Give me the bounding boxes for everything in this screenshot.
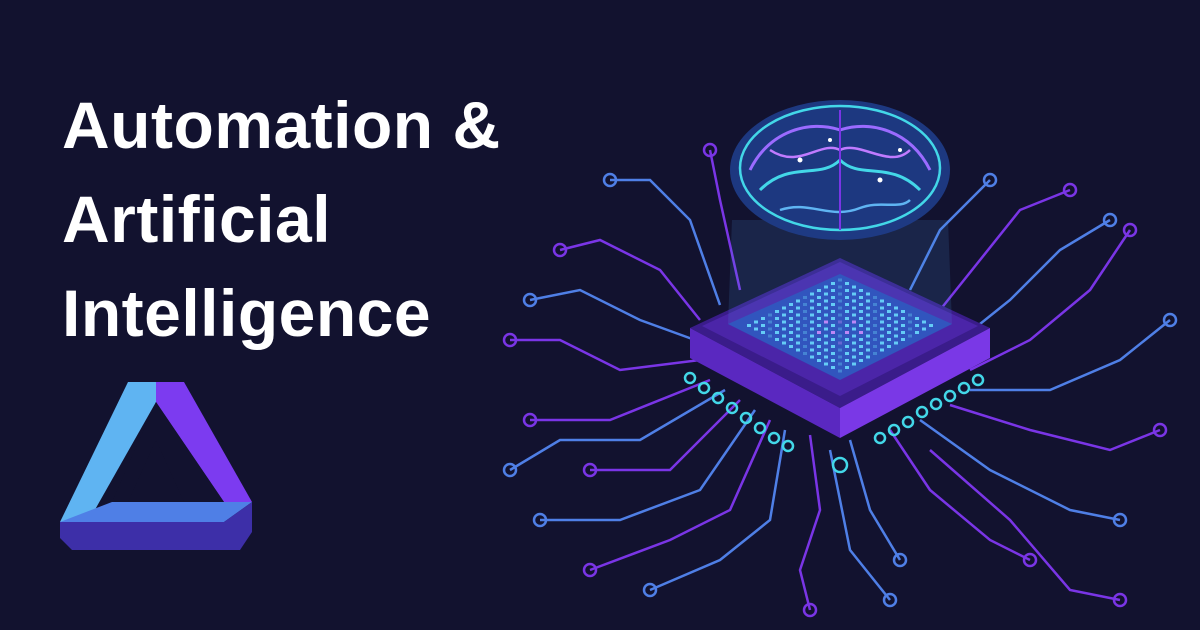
ai-chip-brain-icon [502,100,1178,618]
penrose-triangle-icon [60,382,252,550]
headline-line-1: Automation & [62,88,501,162]
headline-line-2: Artificial [62,182,332,256]
headline: Automation & Artificial Intelligence [62,78,501,360]
headline-line-3: Intelligence [62,276,432,350]
